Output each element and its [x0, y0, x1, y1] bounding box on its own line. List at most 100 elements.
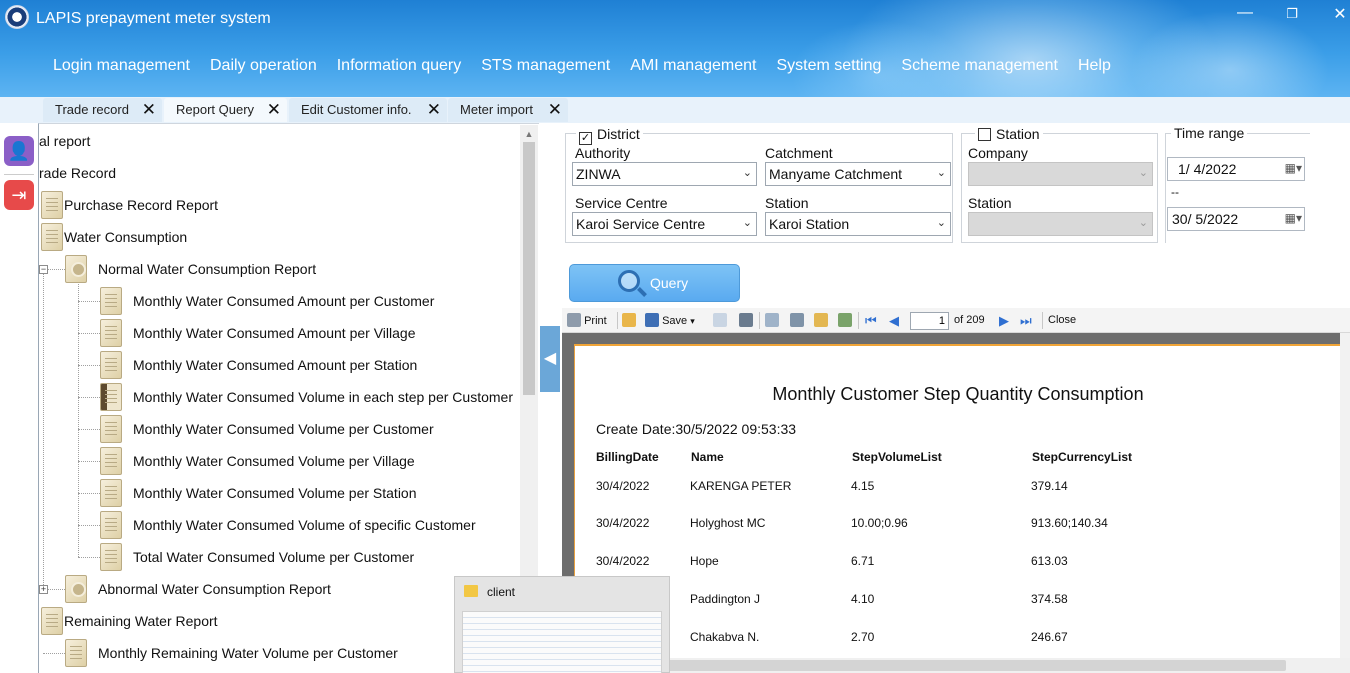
tab-label: Report Query	[176, 102, 255, 117]
tree-item[interactable]: Monthly Water Consumed Volume of specifi…	[133, 509, 476, 541]
tree-guide-line	[78, 365, 100, 366]
checkbox-icon[interactable]	[978, 128, 991, 141]
tree-item[interactable]: Monthly Water Consumed Amount per Custom…	[133, 285, 434, 317]
chevron-down-icon: ⌄	[1138, 217, 1148, 229]
report-vertical-scrollbar[interactable]	[1340, 333, 1350, 658]
close-tab-icon[interactable]: ✕	[142, 100, 156, 120]
window-preview[interactable]	[462, 611, 662, 673]
catchment-value: Manyame Catchment	[769, 166, 903, 182]
table-cell: 30/4/2022	[596, 516, 650, 530]
tree-item[interactable]: Remaining Water Report	[64, 605, 218, 637]
report-icon	[100, 447, 122, 475]
tree-item[interactable]: Water Consumption	[64, 221, 187, 253]
district-checkbox[interactable]: ✓ District	[576, 126, 643, 145]
tab-meter-import[interactable]: Meter import ✕	[448, 98, 568, 122]
report-horizontal-scrollbar[interactable]	[562, 658, 1350, 673]
date-to-value: 30/ 5/2022	[1172, 211, 1239, 227]
tree-item[interactable]: Monthly Water Consumed Amount per Villag…	[133, 317, 415, 349]
company-select[interactable]: ⌄	[968, 162, 1153, 186]
save-button[interactable]: Save ▾	[645, 313, 695, 328]
open-button[interactable]	[622, 313, 636, 328]
tree-item[interactable]: Purchase Record Report	[64, 189, 218, 221]
table-cell: 10.00;0.96	[851, 516, 908, 530]
menu-login-management[interactable]: Login management	[53, 57, 190, 75]
close-tab-icon[interactable]: ✕	[427, 100, 441, 120]
catchment-select[interactable]: Manyame Catchment ⌄	[765, 162, 951, 186]
table-cell: 2.70	[851, 630, 875, 644]
tab-edit-customer-info[interactable]: Edit Customer info. ✕	[289, 98, 447, 122]
open-folder-icon	[622, 313, 636, 327]
menu-information-query[interactable]: Information query	[337, 57, 462, 75]
collapse-panel-icon[interactable]: ◀	[540, 326, 560, 392]
authority-select[interactable]: ZINWA ⌄	[572, 162, 757, 186]
menu-scheme-management[interactable]: Scheme management	[901, 57, 1058, 75]
close-window-icon[interactable]: ✕	[1328, 4, 1350, 24]
tree-item[interactable]: al report	[39, 125, 90, 157]
tree-item[interactable]: Monthly Water Consumed Volume in each st…	[133, 381, 513, 413]
page-number-input[interactable]: 1	[910, 312, 949, 330]
minimize-icon[interactable]: —	[1233, 4, 1257, 22]
station-value: Karoi Station	[769, 216, 850, 232]
tab-report-query[interactable]: Report Query ✕	[164, 98, 287, 122]
find-button[interactable]	[739, 313, 753, 328]
menu-daily-operation[interactable]: Daily operation	[210, 57, 317, 75]
calendar-icon[interactable]: ▦▾	[1285, 211, 1302, 225]
close-tab-icon[interactable]: ✕	[548, 100, 562, 120]
tree-item[interactable]: rade Record	[39, 157, 116, 189]
tree-item[interactable]: Normal Water Consumption Report	[98, 253, 316, 285]
tree-item[interactable]: Monthly Remaining Water Volume per Custo…	[98, 637, 398, 669]
tree-item[interactable]: Abnormal Water Consumption Report	[98, 573, 331, 605]
menu-help[interactable]: Help	[1078, 57, 1111, 75]
next-page-icon[interactable]: ▶	[999, 313, 1009, 328]
collapse-icon[interactable]: −	[39, 265, 48, 274]
checkbox-icon[interactable]: ✓	[579, 132, 592, 145]
date-to-picker[interactable]: 30/ 5/2022 ▦▾	[1167, 207, 1305, 231]
menu-ami-management[interactable]: AMI management	[630, 57, 756, 75]
query-button[interactable]: Query	[569, 264, 740, 302]
page-layout-icon	[765, 313, 779, 327]
export-button[interactable]	[838, 313, 852, 328]
station2-select[interactable]: ⌄	[968, 212, 1153, 236]
print-label: Print	[584, 315, 607, 327]
zoom-icon	[790, 313, 804, 327]
divider	[617, 312, 618, 329]
calendar-icon[interactable]: ▦▾	[1285, 161, 1302, 175]
side-toolbar: 👤 ⇥	[0, 123, 38, 673]
close-tab-icon[interactable]: ✕	[267, 100, 281, 120]
save-label: Save	[662, 315, 688, 327]
edit-button[interactable]	[814, 313, 828, 328]
scrollbar-thumb[interactable]	[523, 142, 535, 395]
date-from-picker[interactable]: 1/ 4/2022 ▦▾	[1167, 157, 1305, 181]
previous-page-icon[interactable]: ◀	[889, 313, 899, 328]
maximize-icon[interactable]: ❐	[1280, 6, 1304, 22]
first-page-icon[interactable]: ⏮	[865, 313, 877, 328]
tab-label: Meter import	[460, 102, 533, 117]
tree-item[interactable]: Monthly Water Consumed Volume per Statio…	[133, 477, 417, 509]
tree-item[interactable]: Total Water Consumed Volume per Customer	[133, 541, 414, 573]
menu-system-setting[interactable]: System setting	[776, 57, 881, 75]
expand-icon[interactable]: +	[39, 585, 48, 594]
service-centre-select[interactable]: Karoi Service Centre ⌄	[572, 212, 757, 236]
page-layout-button[interactable]	[765, 313, 779, 328]
print-button[interactable]: Print	[567, 313, 607, 328]
email-button[interactable]	[713, 313, 727, 328]
logout-icon[interactable]: ⇥	[4, 180, 34, 210]
scrollbar-thumb[interactable]	[576, 660, 1286, 671]
zoom-button[interactable]	[790, 313, 804, 328]
close-report-button[interactable]: Close	[1048, 313, 1076, 328]
folder-icon	[464, 585, 478, 597]
scroll-up-icon[interactable]: ▲	[523, 128, 535, 140]
tree-item[interactable]: Monthly Water Consumed Volume per Villag…	[133, 445, 415, 477]
tab-trade-record[interactable]: Trade record ✕	[43, 98, 162, 122]
taskbar-thumbnail-popup[interactable]: client	[454, 576, 670, 673]
table-cell: Holyghost MC	[690, 516, 766, 530]
tree-guide-line	[78, 493, 100, 494]
tree-item[interactable]: Monthly Water Consumed Volume per Custom…	[133, 413, 434, 445]
menu-sts-management[interactable]: STS management	[481, 57, 610, 75]
station-group-checkbox[interactable]: Station	[975, 126, 1043, 142]
tree-item[interactable]: Monthly Water Consumed Amount per Statio…	[133, 349, 417, 381]
last-page-icon[interactable]: ⏭	[1020, 313, 1032, 328]
chevron-down-icon: ⌄	[742, 167, 752, 179]
user-icon[interactable]: 👤	[4, 136, 34, 166]
station-select[interactable]: Karoi Station ⌄	[765, 212, 951, 236]
